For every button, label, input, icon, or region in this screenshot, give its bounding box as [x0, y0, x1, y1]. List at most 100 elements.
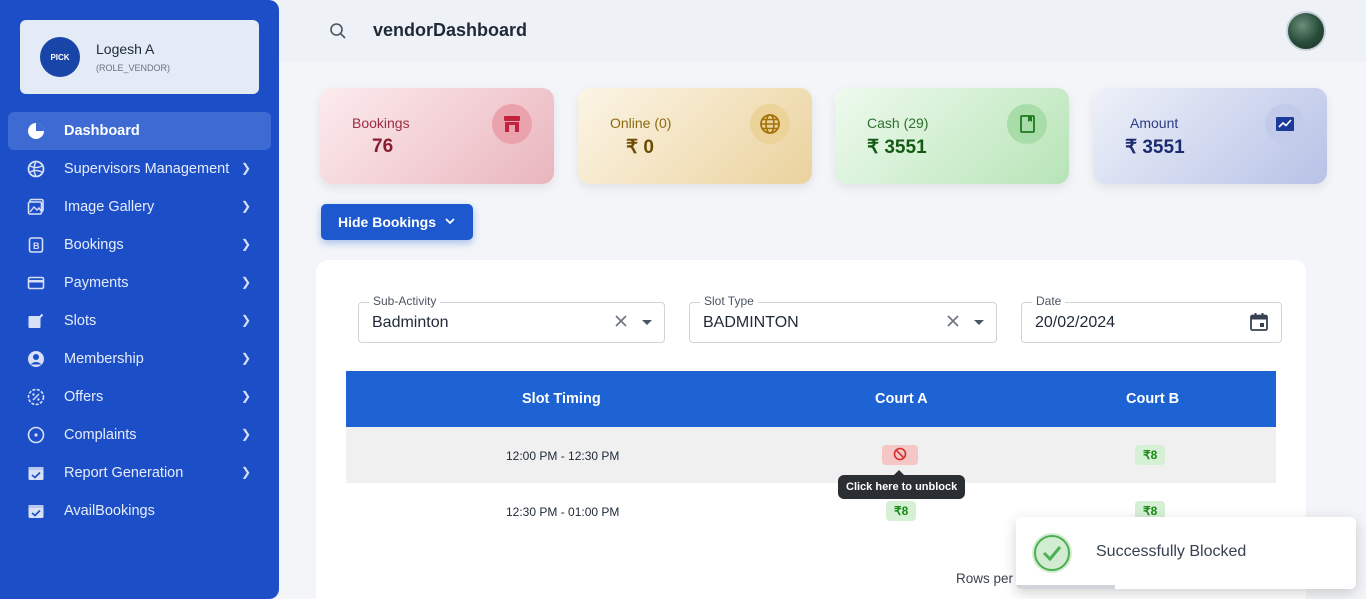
date-field[interactable]: Date 20/02/2024 — [1021, 294, 1282, 343]
vendor-logo-text: PICK — [50, 52, 70, 62]
calendar-icon — [26, 501, 46, 521]
trend-chart-icon — [1265, 104, 1305, 144]
sub-activity-select[interactable]: Sub-Activity Badminton — [358, 294, 665, 343]
date-label: Date — [1032, 294, 1066, 308]
chevron-right-icon: ❯ — [240, 465, 251, 479]
sidebar-item-label: Membership — [64, 351, 144, 367]
check-circle-icon — [1032, 533, 1072, 573]
column-header-court-a: Court A — [875, 391, 928, 407]
profile-name: Logesh A — [96, 41, 155, 57]
chevron-right-icon: ❯ — [240, 275, 251, 289]
sidebar-item-label: Slots — [64, 313, 97, 329]
booking-icon: B — [26, 235, 46, 255]
globe-icon — [750, 104, 790, 144]
stat-card-label: Amount — [1130, 115, 1179, 131]
stat-card-online: Online (0) ₹ 0 — [578, 88, 812, 184]
slot-type-select[interactable]: Slot Type BADMINTON — [689, 294, 997, 343]
chevron-right-icon: ❯ — [240, 313, 251, 327]
page-title: vendorDashboard — [373, 20, 528, 40]
stat-card-value: ₹ 3551 — [1125, 137, 1185, 158]
clear-icon[interactable] — [946, 314, 960, 333]
stat-card-value: ₹ 0 — [626, 137, 654, 158]
table-row: 12:00 PM - 12:30 PM ₹8 Click here to unb… — [346, 427, 1276, 499]
stat-card-cash: Cash (29) ₹ 3551 — [835, 88, 1069, 184]
calendar-icon[interactable] — [1249, 312, 1269, 337]
table-header: Slot Timing Court A Court B — [346, 371, 1276, 427]
user-avatar[interactable] — [1286, 11, 1326, 51]
sidebar-item-label: Dashboard — [64, 123, 140, 139]
column-header-slot-timing: Slot Timing — [522, 391, 601, 407]
sidebar-item-offers[interactable]: Offers ❯ — [8, 378, 271, 416]
sidebar-item-report-generation[interactable]: Report Generation ❯ — [8, 454, 271, 492]
sidebar-item-label: Payments — [64, 275, 129, 291]
unblock-tooltip: Click here to unblock — [838, 470, 966, 499]
toast-progress-bar — [1016, 585, 1115, 589]
sidebar-item-label: Offers — [64, 389, 104, 405]
stat-card-amount: Amount ₹ 3551 — [1093, 88, 1327, 184]
chevron-right-icon: ❯ — [240, 427, 251, 441]
search-icon[interactable] — [329, 22, 347, 45]
profile-role: (ROLE_VENDOR) — [96, 63, 171, 73]
sidebar-item-image-gallery[interactable]: Image Gallery ❯ — [8, 188, 271, 226]
stat-card-value: ₹ 3551 — [867, 137, 927, 158]
vendor-logo: PICK — [40, 37, 80, 77]
globe-icon — [26, 159, 46, 179]
sidebar-item-membership[interactable]: Membership ❯ — [8, 340, 271, 378]
profile-card[interactable]: PICK Logesh A (ROLE_VENDOR) — [20, 20, 259, 94]
chevron-right-icon: ❯ — [240, 237, 251, 251]
sidebar-item-label: Bookings — [64, 237, 124, 253]
sidebar-item-availbookings[interactable]: AvailBookings — [8, 492, 271, 530]
stat-card-label: Bookings — [352, 115, 410, 131]
chevron-down-icon — [444, 214, 456, 230]
dot-circle-icon — [26, 425, 46, 445]
sidebar: PICK Logesh A (ROLE_VENDOR) Dashboard Su… — [0, 0, 279, 599]
sidebar-item-label: Image Gallery — [64, 199, 155, 215]
price-badge[interactable]: ₹8 — [1135, 445, 1166, 465]
sidebar-item-slots[interactable]: Slots ❯ — [8, 302, 271, 340]
sidebar-item-payments[interactable]: Payments ❯ — [8, 264, 271, 302]
slot-type-value: BADMINTON — [703, 314, 799, 331]
stat-card-value: 76 — [372, 136, 394, 157]
chevron-right-icon: ❯ — [240, 389, 251, 403]
sidebar-item-label: Supervisors Management — [64, 161, 230, 177]
success-toast[interactable]: Successfully Blocked — [1016, 517, 1356, 589]
top-bar: vendorDashboard — [279, 0, 1366, 62]
calendar-check-icon — [26, 463, 46, 483]
column-header-court-b: Court B — [1126, 391, 1180, 407]
dropdown-caret-icon[interactable] — [974, 320, 984, 325]
sidebar-item-label: Report Generation — [64, 465, 184, 481]
dropdown-caret-icon[interactable] — [642, 320, 652, 325]
svg-text:B: B — [33, 241, 40, 251]
chevron-right-icon: ❯ — [240, 199, 251, 213]
sidebar-item-label: Complaints — [64, 427, 137, 443]
gallery-icon — [26, 197, 46, 217]
sub-activity-value: Badminton — [372, 314, 449, 331]
hide-bookings-button[interactable]: Hide Bookings — [321, 204, 473, 240]
card-icon — [26, 273, 46, 293]
slot-time: 12:30 PM - 01:00 PM — [506, 505, 620, 519]
sidebar-nav: Dashboard Supervisors Management ❯ Image… — [8, 112, 271, 530]
slot-type-label: Slot Type — [700, 294, 758, 308]
stat-card-bookings: Bookings 76 — [320, 88, 554, 184]
rows-per-page-label: Rows per — [956, 571, 1014, 586]
sidebar-item-supervisors-management[interactable]: Supervisors Management ❯ — [8, 150, 271, 188]
pie-chart-icon — [26, 121, 46, 141]
store-icon — [492, 104, 532, 144]
block-icon — [893, 447, 907, 464]
sidebar-item-label: AvailBookings — [64, 503, 155, 519]
user-circle-icon — [26, 349, 46, 369]
chevron-right-icon: ❯ — [240, 351, 251, 365]
stat-card-label: Online (0) — [610, 115, 672, 131]
edit-icon — [26, 311, 46, 331]
chevron-right-icon: ❯ — [240, 161, 251, 175]
sidebar-item-complaints[interactable]: Complaints ❯ — [8, 416, 271, 454]
sidebar-item-bookings[interactable]: B Bookings ❯ — [8, 226, 271, 264]
book-icon — [1007, 104, 1047, 144]
sub-activity-label: Sub-Activity — [369, 294, 441, 308]
blocked-slot-button[interactable] — [882, 445, 918, 465]
sidebar-item-dashboard[interactable]: Dashboard — [8, 112, 271, 150]
offer-icon — [26, 387, 46, 407]
clear-icon[interactable] — [614, 314, 628, 333]
price-badge[interactable]: ₹8 — [886, 501, 917, 521]
date-value: 20/02/2024 — [1035, 314, 1116, 331]
